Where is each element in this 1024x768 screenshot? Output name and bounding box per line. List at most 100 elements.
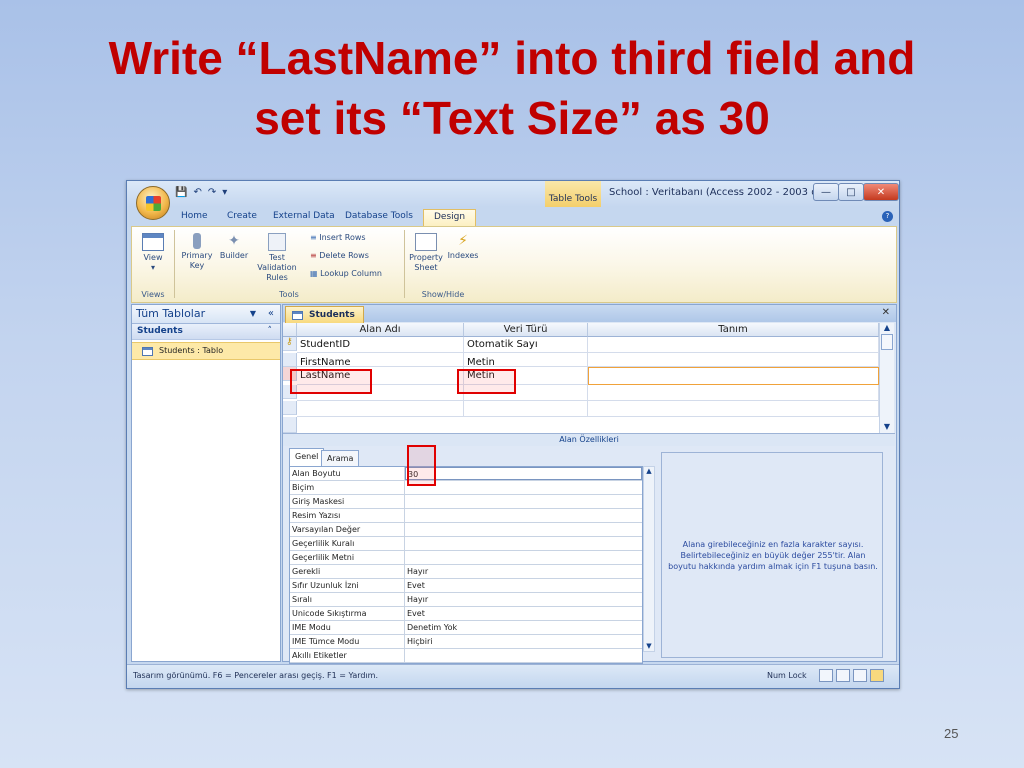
minimize-button[interactable]: — xyxy=(813,183,839,201)
insert-rows-label: Insert Rows xyxy=(319,233,366,242)
property-row[interactable]: Gerekli Hayır xyxy=(290,565,642,579)
field-size-input[interactable]: 30 xyxy=(405,467,642,480)
validation-icon xyxy=(268,233,286,251)
property-row[interactable]: Sıralı Hayır xyxy=(290,593,642,607)
property-value[interactable] xyxy=(405,509,642,522)
navigation-pane: Tüm Tablolar ▼ « Students ˄ Students : T… xyxy=(131,304,281,662)
tab-genel[interactable]: Genel xyxy=(289,448,325,466)
maximize-button[interactable]: □ xyxy=(838,183,864,201)
property-row[interactable]: Sıfır Uzunluk İzni Evet xyxy=(290,579,642,593)
row-selector[interactable] xyxy=(283,417,297,433)
lookup-column-button[interactable]: ▦ Lookup Column xyxy=(310,269,402,279)
close-icon[interactable]: ✕ xyxy=(882,307,890,318)
ribbon: View ▾ Primary Key ✦ Builder Test Valida… xyxy=(131,226,897,303)
row-selector[interactable] xyxy=(283,353,297,367)
property-row[interactable]: Alan Boyutu 30 xyxy=(290,467,642,481)
property-row[interactable]: Giriş Maskesi xyxy=(290,495,642,509)
column-header[interactable]: Tanım xyxy=(588,323,879,337)
field-name-cell[interactable]: StudentID xyxy=(297,337,464,353)
close-button[interactable]: ✕ xyxy=(863,183,899,201)
indexes-button[interactable]: ⚡ Indexes xyxy=(446,233,480,261)
property-row[interactable]: Unicode Sıkıştırma Evet xyxy=(290,607,642,621)
property-value[interactable] xyxy=(405,537,642,550)
field-name-cell[interactable]: FirstName xyxy=(297,353,464,367)
property-value[interactable] xyxy=(405,523,642,536)
property-sheet-button[interactable]: Property Sheet xyxy=(408,233,444,273)
scroll-up-icon[interactable]: ▲ xyxy=(644,467,654,475)
property-row[interactable]: IME Modu Denetim Yok xyxy=(290,621,642,635)
data-type-cell[interactable]: Otomatik Sayı xyxy=(464,337,588,353)
delete-rows-button[interactable]: ≡ Delete Rows xyxy=(310,251,400,261)
property-row[interactable]: Akıllı Etiketler xyxy=(290,649,642,663)
row-selector[interactable]: ⚷ xyxy=(283,337,297,351)
property-value[interactable] xyxy=(405,481,642,494)
data-type-cell[interactable] xyxy=(464,401,588,417)
redo-icon[interactable]: ↷ xyxy=(208,187,216,198)
property-row[interactable]: Geçerlilik Metni xyxy=(290,551,642,565)
property-value[interactable]: Evet xyxy=(405,579,642,592)
help-icon[interactable]: ? xyxy=(882,211,893,222)
property-value[interactable]: Hiçbiri xyxy=(405,635,642,648)
table-tools-label: Table Tools xyxy=(545,181,601,207)
nav-item-students-table[interactable]: Students : Tablo xyxy=(132,342,280,360)
design-view-icon[interactable] xyxy=(870,669,884,682)
save-icon[interactable]: 💾 xyxy=(175,187,187,198)
description-cell[interactable] xyxy=(588,385,879,401)
tab-design[interactable]: Design xyxy=(423,209,477,227)
data-type-cell[interactable]: Metin xyxy=(464,353,588,367)
datasheet-view-icon[interactable] xyxy=(819,669,833,682)
chevron-up-icon[interactable]: ˄ xyxy=(268,324,273,339)
table-icon xyxy=(142,346,153,356)
qat-dropdown-icon[interactable]: ▾ xyxy=(222,187,227,198)
property-row[interactable]: IME Tümce Modu Hiçbiri xyxy=(290,635,642,649)
tab-arama[interactable]: Arama xyxy=(321,450,360,466)
property-row[interactable]: Resim Yazısı xyxy=(290,509,642,523)
column-header[interactable]: Alan Adı xyxy=(297,323,464,337)
property-value[interactable] xyxy=(405,649,642,662)
view-button[interactable]: View ▾ xyxy=(138,233,168,273)
scroll-up-icon[interactable]: ▲ xyxy=(880,323,894,332)
collapse-icon[interactable]: « xyxy=(268,305,274,323)
nav-group-students[interactable]: Students ˄ xyxy=(132,324,280,340)
scroll-down-icon[interactable]: ▼ xyxy=(880,422,894,431)
tab-home[interactable]: Home xyxy=(181,211,208,221)
tab-create[interactable]: Create xyxy=(227,211,257,221)
field-name-cell[interactable] xyxy=(297,401,464,417)
nav-pane-header[interactable]: Tüm Tablolar ▼ « xyxy=(132,305,280,324)
property-value[interactable]: Evet xyxy=(405,607,642,620)
property-value[interactable]: Denetim Yok xyxy=(405,621,642,634)
property-value[interactable]: Hayır xyxy=(405,593,642,606)
column-header[interactable]: Veri Türü xyxy=(464,323,588,337)
tab-database-tools[interactable]: Database Tools xyxy=(345,211,413,221)
undo-icon[interactable]: ↶ xyxy=(193,187,201,198)
pivottable-view-icon[interactable] xyxy=(836,669,850,682)
field-grid: Alan Adı Veri Türü Tanım ⚷ StudentID Oto… xyxy=(283,323,879,433)
scroll-down-icon[interactable]: ▼ xyxy=(644,642,654,650)
insert-rows-button[interactable]: ≡ Insert Rows xyxy=(310,233,400,243)
description-cell[interactable] xyxy=(588,367,879,385)
property-value[interactable] xyxy=(405,495,642,508)
tab-external-data[interactable]: External Data xyxy=(273,211,335,221)
builder-button[interactable]: ✦ Builder xyxy=(218,233,250,261)
property-row[interactable]: Biçim xyxy=(290,481,642,495)
property-help-panel: Alana girebileceğiniz en fazla karakter … xyxy=(661,452,883,658)
row-selector[interactable] xyxy=(283,401,297,415)
scroll-thumb[interactable] xyxy=(881,334,893,350)
document-tab-label: Students xyxy=(309,310,355,320)
slide-title-line-1: Write “LastName” into third field and xyxy=(108,32,916,84)
chevron-down-icon[interactable]: ▼ xyxy=(250,305,256,323)
properties-scrollbar[interactable]: ▲ ▼ xyxy=(643,466,655,652)
test-validation-button[interactable]: Test Validation Rules xyxy=(252,233,302,283)
description-cell[interactable] xyxy=(588,401,879,417)
grid-scrollbar[interactable]: ▲ ▼ xyxy=(879,323,894,433)
property-row[interactable]: Varsayılan Değer xyxy=(290,523,642,537)
property-value[interactable] xyxy=(405,551,642,564)
tab-students[interactable]: Students xyxy=(285,306,364,323)
property-value[interactable]: Hayır xyxy=(405,565,642,578)
office-button[interactable] xyxy=(136,186,170,220)
pivotchart-view-icon[interactable] xyxy=(853,669,867,682)
description-cell[interactable] xyxy=(588,337,879,353)
primary-key-button[interactable]: Primary Key xyxy=(180,233,214,271)
property-row[interactable]: Geçerlilik Kuralı xyxy=(290,537,642,551)
description-cell[interactable] xyxy=(588,353,879,367)
